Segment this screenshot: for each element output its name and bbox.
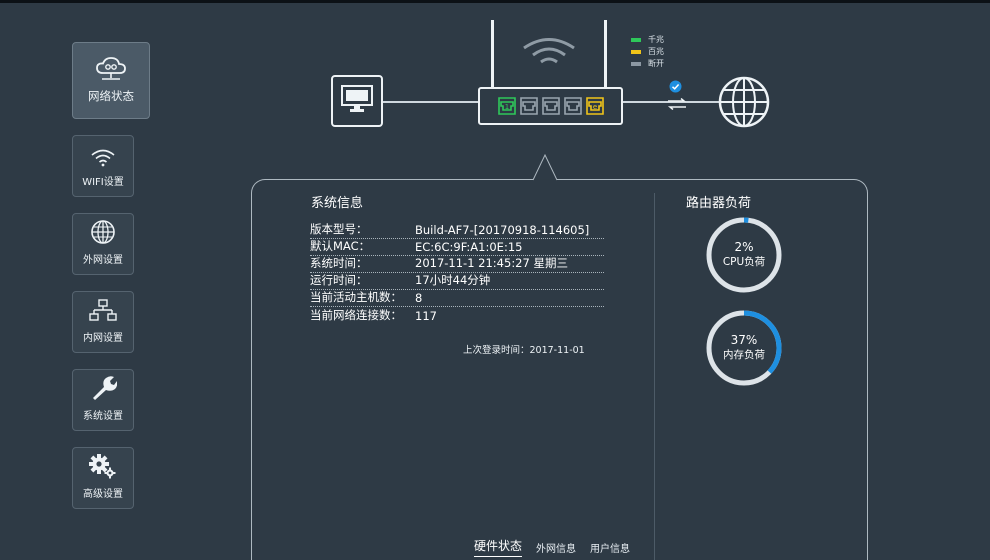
info-value: 117 [415, 309, 437, 323]
router-device: 1 e [478, 87, 623, 125]
router-load-title: 路由器负荷 [686, 196, 752, 211]
info-key: 版本型号： [310, 222, 368, 236]
wireless-signal-icon [521, 37, 577, 71]
info-value: Build-AF7-[20170918-114605] [415, 223, 590, 237]
info-key: 系统时间： [310, 256, 368, 270]
tab-hardware-status[interactable]: 硬件状态 [474, 537, 523, 557]
antenna-right [604, 20, 607, 87]
memory-load-percent: 37% [730, 333, 758, 347]
monitor-icon [341, 85, 373, 117]
internet-globe-icon [718, 76, 770, 132]
panel-pointer [533, 154, 557, 181]
lan-link-line [383, 101, 478, 103]
wrench-icon [89, 375, 117, 401]
info-row-system-time: 系统时间： 2017-11-1 21:45:27 星期三 [310, 256, 604, 273]
tab-wan-info[interactable]: 外网信息 [536, 540, 576, 557]
memory-load-name: 内存负荷 [723, 349, 765, 361]
pc-device [331, 75, 383, 127]
info-row-version: 版本型号： Build-AF7-[20170918-114605] [310, 222, 604, 239]
info-key: 当前活动主机数： [310, 290, 402, 304]
info-key: 运行时间： [310, 273, 368, 287]
sidebar-item-label: WIFI设置 [82, 177, 124, 188]
legend-item: 百兆 [631, 46, 664, 58]
memory-load-label: 37% 内存负荷 [704, 333, 784, 362]
gears-icon [88, 453, 118, 479]
svg-text:1: 1 [504, 103, 508, 111]
info-row-uptime: 运行时间： 17小时44分钟 [310, 273, 604, 290]
cloud-network-icon [94, 56, 128, 82]
panel-tabs: 硬件状态 外网信息 用户信息 [474, 537, 630, 557]
cpu-load-percent: 2% [734, 240, 754, 254]
tab-user-info[interactable]: 用户信息 [590, 540, 630, 557]
sidebar-item-label: 高级设置 [83, 489, 123, 500]
antenna-left [491, 20, 494, 87]
lan-port-4 [563, 97, 582, 115]
last-login-time: 上次登录时间：2017-11-01 [463, 345, 585, 356]
globe-icon [90, 219, 116, 245]
port-legend: 千兆 百兆 断开 [631, 34, 664, 70]
svg-text:e: e [592, 103, 596, 111]
cpu-load-name: CPU负荷 [722, 256, 766, 268]
sidebar-item-label: 系统设置 [83, 411, 123, 422]
info-row-mac: 默认MAC： EC:6C:9F:A1:0E:15 [310, 239, 604, 256]
sidebar-item-lan[interactable]: 内网设置 [72, 291, 134, 353]
sidebar-item-label: 外网设置 [83, 255, 123, 266]
transfer-arrows-icon [667, 95, 687, 114]
panel-divider [654, 193, 655, 560]
sidebar-item-wan[interactable]: 外网设置 [72, 213, 134, 275]
info-row-active-hosts: 当前活动主机数： 8 [310, 290, 604, 307]
info-value: 17小时44分钟 [415, 273, 491, 287]
info-value: 8 [415, 291, 423, 305]
sidebar-item-label: 网络状态 [88, 89, 134, 103]
info-value: 2017-11-1 21:45:27 星期三 [415, 256, 568, 270]
lan-port-1: 1 [497, 97, 516, 115]
sidebar-item-network-status[interactable]: 网络状态 [72, 42, 150, 119]
wan-port: e [585, 97, 604, 115]
wifi-icon [89, 147, 117, 167]
lan-port-2 [519, 97, 538, 115]
legend-item: 断开 [631, 58, 664, 70]
info-row-connections: 当前网络连接数： 117 [310, 307, 604, 324]
lan-port-3 [541, 97, 560, 115]
info-value: EC:6C:9F:A1:0E:15 [415, 240, 523, 254]
info-key: 当前网络连接数： [310, 308, 402, 322]
sidebar-item-wifi[interactable]: WIFI设置 [72, 135, 134, 197]
legend-item: 千兆 [631, 34, 664, 46]
cpu-load-label: 2% CPU负荷 [704, 240, 784, 269]
sidebar-item-advanced[interactable]: 高级设置 [72, 447, 134, 509]
sidebar-item-label: 内网设置 [83, 333, 123, 344]
sidebar-item-system[interactable]: 系统设置 [72, 369, 134, 431]
system-info-title: 系统信息 [311, 196, 364, 211]
lan-topology-icon [89, 299, 117, 323]
info-key: 默认MAC： [310, 239, 371, 253]
